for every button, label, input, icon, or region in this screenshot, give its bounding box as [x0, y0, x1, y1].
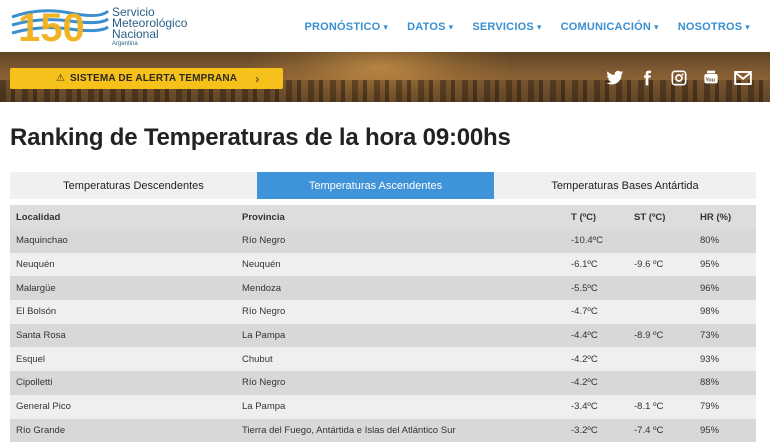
col-temperatura[interactable]: T (ºC): [571, 205, 596, 229]
table-cell-temperatura: -4.2ºC: [571, 347, 598, 371]
main-nav: PRONÓSTICO▾ DATOS▾ SERVICIOS▾ COMUNICACI…: [304, 21, 750, 33]
nav-nosotros[interactable]: NOSOTROS▾: [678, 21, 750, 33]
table-cell-localidad: Cipolletti: [16, 371, 52, 395]
table-cell-provincia: Mendoza: [242, 276, 281, 300]
table-row: El Bolsón Río Negro -4.7ºC 98%: [10, 300, 756, 324]
table-cell-humedad: 93%: [700, 347, 719, 371]
table-cell-humedad: 98%: [700, 300, 719, 324]
table-row: Santa Rosa La Pampa -4.4ºC -8.9 ºC 73%: [10, 324, 756, 348]
table-row: Malargüe Mendoza -5.5ºC 96%: [10, 276, 756, 300]
table-cell-provincia: La Pampa: [242, 395, 285, 419]
table-cell-temperatura: -3.2ºC: [571, 419, 598, 442]
table-cell-humedad: 80%: [700, 229, 719, 253]
chevron-down-icon: ▾: [745, 22, 750, 32]
col-localidad[interactable]: Localidad: [16, 205, 60, 229]
logo-number: 150: [18, 6, 85, 47]
nav-datos[interactable]: DATOS▾: [407, 21, 453, 33]
logo-line4: Argentina: [112, 40, 187, 48]
tab-temperaturas-bases-antartida[interactable]: Temperaturas Bases Antártida: [494, 172, 756, 199]
logo-line3: Nacional: [112, 29, 187, 40]
table-cell-provincia: La Pampa: [242, 324, 285, 348]
table-cell-localidad: General Pico: [16, 395, 71, 419]
table-cell-provincia: Río Negro: [242, 229, 285, 253]
top-header: 150 Servicio Meteorológico Nacional Arge…: [0, 0, 770, 52]
table-cell-temperatura: -4.4ºC: [571, 324, 598, 348]
table-cell-provincia: Tierra del Fuego, Antártida e Islas del …: [242, 419, 456, 442]
table-header-row: Localidad Provincia T (ºC) ST (ºC) HR (%…: [10, 205, 756, 229]
svg-text:You: You: [705, 77, 715, 83]
col-sensacion-termica[interactable]: ST (ºC): [634, 205, 665, 229]
twitter-icon[interactable]: [606, 70, 624, 86]
table-row: Neuquén Neuquén -6.1ºC -9.6 ºC 95%: [10, 253, 756, 277]
table-cell-humedad: 95%: [700, 419, 719, 442]
table-cell-localidad: Santa Rosa: [16, 324, 66, 348]
smn-logo[interactable]: 150 Servicio Meteorológico Nacional Arge…: [10, 3, 190, 47]
nav-comunicacion[interactable]: COMUNICACIÓN▾: [561, 21, 659, 33]
facebook-icon[interactable]: [638, 70, 656, 86]
table-cell-localidad: Esquel: [16, 347, 45, 371]
chevron-down-icon: ▾: [383, 22, 388, 32]
table-row: Río Grande Tierra del Fuego, Antártida e …: [10, 419, 756, 442]
ranking-tabs: Temperaturas Descendentes Temperaturas A…: [10, 172, 756, 199]
table-cell-localidad: Maquinchao: [16, 229, 68, 253]
table-cell-localidad: El Bolsón: [16, 300, 56, 324]
alert-system-button[interactable]: ⚠ SISTEMA DE ALERTA TEMPRANA ›: [10, 68, 283, 89]
table-cell-sensacion-termica: -9.6 ºC: [634, 253, 663, 277]
table-cell-provincia: Río Negro: [242, 300, 285, 324]
table-cell-localidad: Malargüe: [16, 276, 56, 300]
table-cell-provincia: Neuquén: [242, 253, 281, 277]
instagram-icon[interactable]: [670, 70, 688, 86]
tab-temperaturas-ascendentes[interactable]: Temperaturas Ascendentes: [257, 172, 494, 199]
page-title: Ranking de Temperaturas de la hora 09:00…: [10, 124, 511, 152]
table-cell-temperatura: -3.4ºC: [571, 395, 598, 419]
chevron-down-icon: ▾: [449, 22, 454, 32]
logo-150-icon: 150: [10, 3, 110, 47]
table-cell-provincia: Río Negro: [242, 371, 285, 395]
chevron-right-icon: ›: [255, 72, 259, 86]
social-links: You: [606, 70, 752, 86]
alert-system-label: SISTEMA DE ALERTA TEMPRANA: [70, 73, 237, 84]
tab-temperaturas-descendentes[interactable]: Temperaturas Descendentes: [10, 172, 257, 199]
table-cell-sensacion-termica: -7.4 ºC: [634, 419, 663, 442]
col-humedad[interactable]: HR (%): [700, 205, 731, 229]
table-cell-localidad: Río Grande: [16, 419, 65, 442]
mail-icon[interactable]: [734, 70, 752, 86]
table-row: Esquel Chubut -4.2ºC 93%: [10, 347, 756, 371]
table-cell-temperatura: -10.4ºC: [571, 229, 603, 253]
table-cell-humedad: 79%: [700, 395, 719, 419]
table-cell-temperatura: -4.7ºC: [571, 300, 598, 324]
hero-banner: ⚠ SISTEMA DE ALERTA TEMPRANA › You: [0, 52, 770, 102]
col-provincia[interactable]: Provincia: [242, 205, 285, 229]
table-row: Maquinchao Río Negro -10.4ºC 80%: [10, 229, 756, 253]
nav-servicios[interactable]: SERVICIOS▾: [472, 21, 541, 33]
table-row: General Pico La Pampa -3.4ºC -8.1 ºC 79%: [10, 395, 756, 419]
table-cell-humedad: 95%: [700, 253, 719, 277]
logo-text: Servicio Meteorológico Nacional Argentin…: [112, 7, 187, 48]
youtube-icon[interactable]: You: [702, 70, 720, 86]
table-cell-provincia: Chubut: [242, 347, 273, 371]
table-cell-temperatura: -6.1ºC: [571, 253, 598, 277]
table-cell-humedad: 73%: [700, 324, 719, 348]
table-cell-humedad: 88%: [700, 371, 719, 395]
table-row: Cipolletti Río Negro -4.2ºC 88%: [10, 371, 756, 395]
table-cell-temperatura: -5.5ºC: [571, 276, 598, 300]
temperature-ranking-table: Localidad Provincia T (ºC) ST (ºC) HR (%…: [10, 205, 756, 442]
warning-icon: ⚠: [56, 73, 65, 84]
chevron-down-icon: ▾: [537, 22, 542, 32]
table-cell-sensacion-termica: -8.9 ºC: [634, 324, 663, 348]
table-cell-temperatura: -4.2ºC: [571, 371, 598, 395]
table-cell-sensacion-termica: -8.1 ºC: [634, 395, 663, 419]
table-cell-humedad: 96%: [700, 276, 719, 300]
chevron-down-icon: ▾: [654, 22, 659, 32]
table-cell-localidad: Neuquén: [16, 253, 55, 277]
nav-pronostico[interactable]: PRONÓSTICO▾: [304, 21, 388, 33]
